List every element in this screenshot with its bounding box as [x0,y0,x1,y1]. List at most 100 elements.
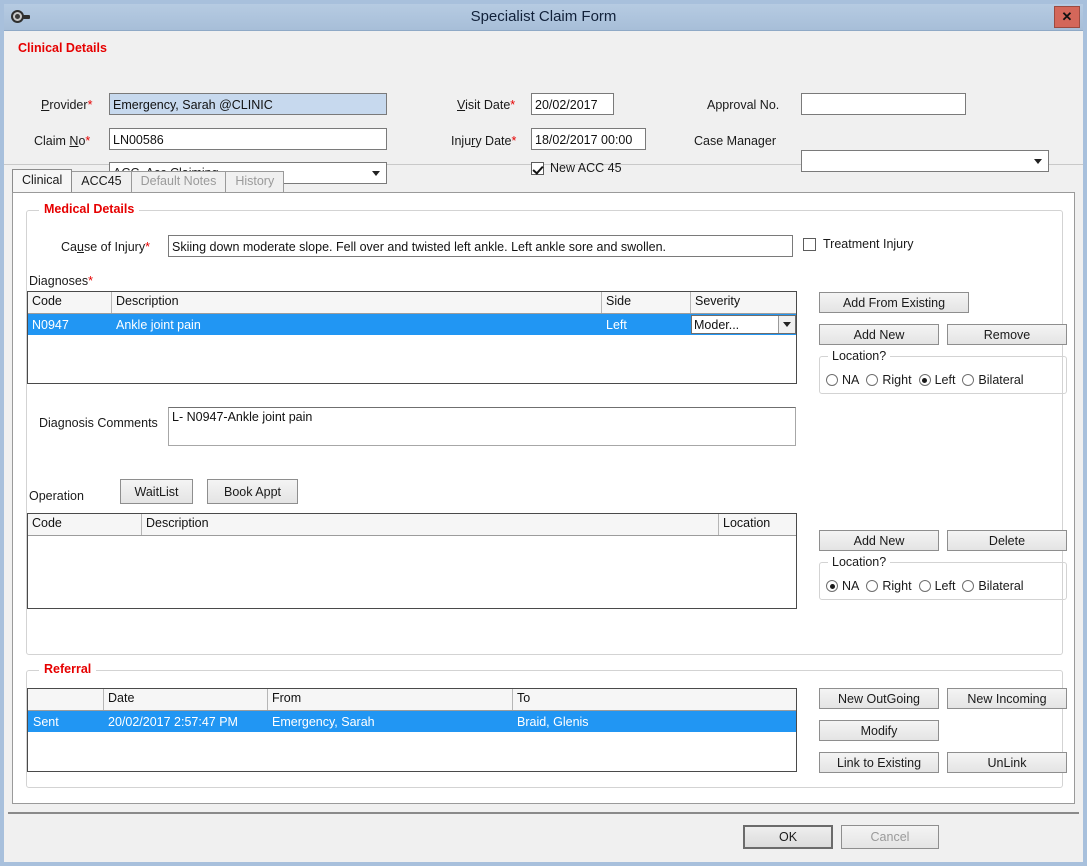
operation-grid[interactable]: Code Description Location [27,513,797,609]
operation-location-right[interactable]: Right [866,579,912,593]
new-outgoing-button[interactable]: New OutGoing [819,688,939,709]
tab-default-notes[interactable]: Default Notes [130,171,227,192]
book-appt-button[interactable]: Book Appt [207,479,298,504]
cause-of-injury-field[interactable]: Skiing down moderate slope. Fell over an… [168,235,793,257]
operation-location-bilateral-label: Bilateral [978,579,1024,593]
injury-date-label: Injury Date* [451,134,517,148]
referral-cell-from: Emergency, Sarah [272,714,375,729]
diagnoses-location-bilateral[interactable]: Bilateral [962,373,1024,387]
window-titlebar: Specialist Claim Form ✕ [4,4,1083,31]
operation-location-left[interactable]: Left [918,579,956,593]
referral-row[interactable]: Sent 20/02/2017 2:57:47 PM Emergency, Sa… [28,711,796,732]
referral-grid[interactable]: Date From To Sent 20/02/2017 2:57:47 PM … [27,688,797,772]
diagnoses-cell-description: Ankle joint pain [116,317,201,332]
radio-icon[interactable] [866,374,879,386]
cancel-button[interactable]: Cancel [841,825,939,849]
diagnoses-remove-button[interactable]: Remove [947,324,1067,345]
diagnoses-cell-code: N0947 [32,317,69,332]
referral-col-status [28,689,104,710]
add-from-existing-button[interactable]: Add From Existing [819,292,969,313]
operation-add-new-button[interactable]: Add New [819,530,939,551]
clinical-details-legend: Clinical Details [18,41,107,55]
operation-location-right-label: Right [882,579,912,593]
tab-acc45[interactable]: ACC45 [71,171,132,192]
provider-label: Provider* [41,98,93,112]
diagnoses-cell-side: Left [606,317,627,332]
radio-icon[interactable] [826,374,838,386]
dialog-footer: OK Cancel [8,812,1079,858]
diagnoses-location-right-label: Right [882,373,912,387]
radio-icon[interactable] [962,580,975,592]
new-acc-45-checkbox-row[interactable]: New ACC 45 [531,161,622,175]
diagnoses-location-group: Location? NA Right Left Bilateral [819,349,1067,394]
diagnoses-grid[interactable]: Code Description Side Severity N0947 Ank… [27,291,797,384]
waitlist-button[interactable]: WaitList [120,479,193,504]
referral-grid-header: Date From To [28,689,796,711]
claim-no-field[interactable]: LN00586 [109,128,387,150]
operation-grid-header: Code Description Location [28,514,796,536]
operation-col-location: Location [723,516,771,530]
operation-location-left-label: Left [934,579,956,593]
specialist-claim-form-window: Specialist Claim Form ✕ Clinical Details… [0,0,1087,866]
radio-icon[interactable] [962,374,975,386]
diagnoses-add-new-button[interactable]: Add New [819,324,939,345]
tab-default-notes-label: Default Notes [140,174,217,188]
referral-col-to: To [517,691,531,705]
diagnoses-grid-header: Code Description Side Severity [28,292,796,314]
diagnoses-col-description: Description [112,292,602,313]
new-acc-45-checkbox[interactable] [531,161,544,175]
operation-col-description: Description [142,514,719,535]
tab-acc45-label: ACC45 [81,174,122,188]
modify-button[interactable]: Modify [819,720,939,741]
tab-clinical[interactable]: Clinical [12,169,73,192]
cause-of-injury-label: Cause of Injury* [61,240,150,254]
diagnoses-cell-severity[interactable]: Moder... [691,315,796,334]
new-incoming-button[interactable]: New Incoming [947,688,1067,709]
severity-value: Moder... [694,317,740,332]
diagnoses-col-code: Code [28,292,112,313]
radio-icon[interactable] [918,374,931,386]
diagnoses-location-left[interactable]: Left [918,373,955,387]
radio-icon[interactable] [826,580,838,592]
diagnoses-label: Diagnoses* [29,274,93,288]
radio-icon[interactable] [918,580,931,592]
operation-col-code: Code [28,514,142,535]
severity-dropdown[interactable]: Moder... [691,315,796,334]
approval-no-label: Approval No. [707,98,780,112]
tab-history-label: History [235,174,275,188]
treatment-injury-checkbox[interactable] [803,237,816,251]
diagnosis-comments-label: Diagnosis Comments [39,416,158,430]
operation-delete-button[interactable]: Delete [947,530,1067,551]
diagnoses-location-legend: Location? [828,349,891,363]
clinical-details-section: Clinical Details Provider* Emergency, Sa… [4,31,1083,184]
close-icon[interactable]: ✕ [1054,6,1080,28]
operation-location-legend: Location? [828,555,891,569]
visit-date-field[interactable]: 20/02/2017 [531,93,614,115]
chevron-down-icon[interactable] [778,316,795,333]
case-manager-label: Case Manager [694,134,776,148]
ok-button[interactable]: OK [743,825,833,849]
referral-cell-date: 20/02/2017 2:57:47 PM [108,714,238,729]
treatment-injury-checkbox-row[interactable]: Treatment Injury [803,237,914,251]
chevron-down-icon [1034,159,1042,164]
radio-icon[interactable] [866,580,879,592]
approval-no-field[interactable] [801,93,966,115]
case-manager-dropdown[interactable] [801,150,1049,172]
link-to-existing-button[interactable]: Link to Existing [819,752,939,773]
provider-field[interactable]: Emergency, Sarah @CLINIC [109,93,387,115]
operation-location-radios: NA Right Left Bilateral [826,579,1024,593]
tab-history[interactable]: History [225,171,285,192]
operation-location-bilateral[interactable]: Bilateral [962,579,1024,593]
diagnoses-location-right[interactable]: Right [866,373,912,387]
operation-location-group: Location? NA Right Left Bilateral [819,555,1067,600]
diagnoses-row[interactable]: N0947 Ankle joint pain Left Moder... [28,314,796,335]
referral-cell-to: Braid, Glenis [517,714,589,729]
diagnoses-location-na[interactable]: NA [826,373,859,387]
injury-date-field[interactable]: 18/02/2017 00:00 [531,128,646,150]
medical-details-legend: Medical Details [39,202,140,216]
unlink-button[interactable]: UnLink [947,752,1067,773]
diagnosis-comments-field[interactable]: L- N0947-Ankle joint pain [168,407,796,446]
diagnoses-location-radios: NA Right Left Bilateral [826,373,1024,387]
operation-location-na[interactable]: NA [826,579,859,593]
chevron-down-icon [372,171,380,176]
